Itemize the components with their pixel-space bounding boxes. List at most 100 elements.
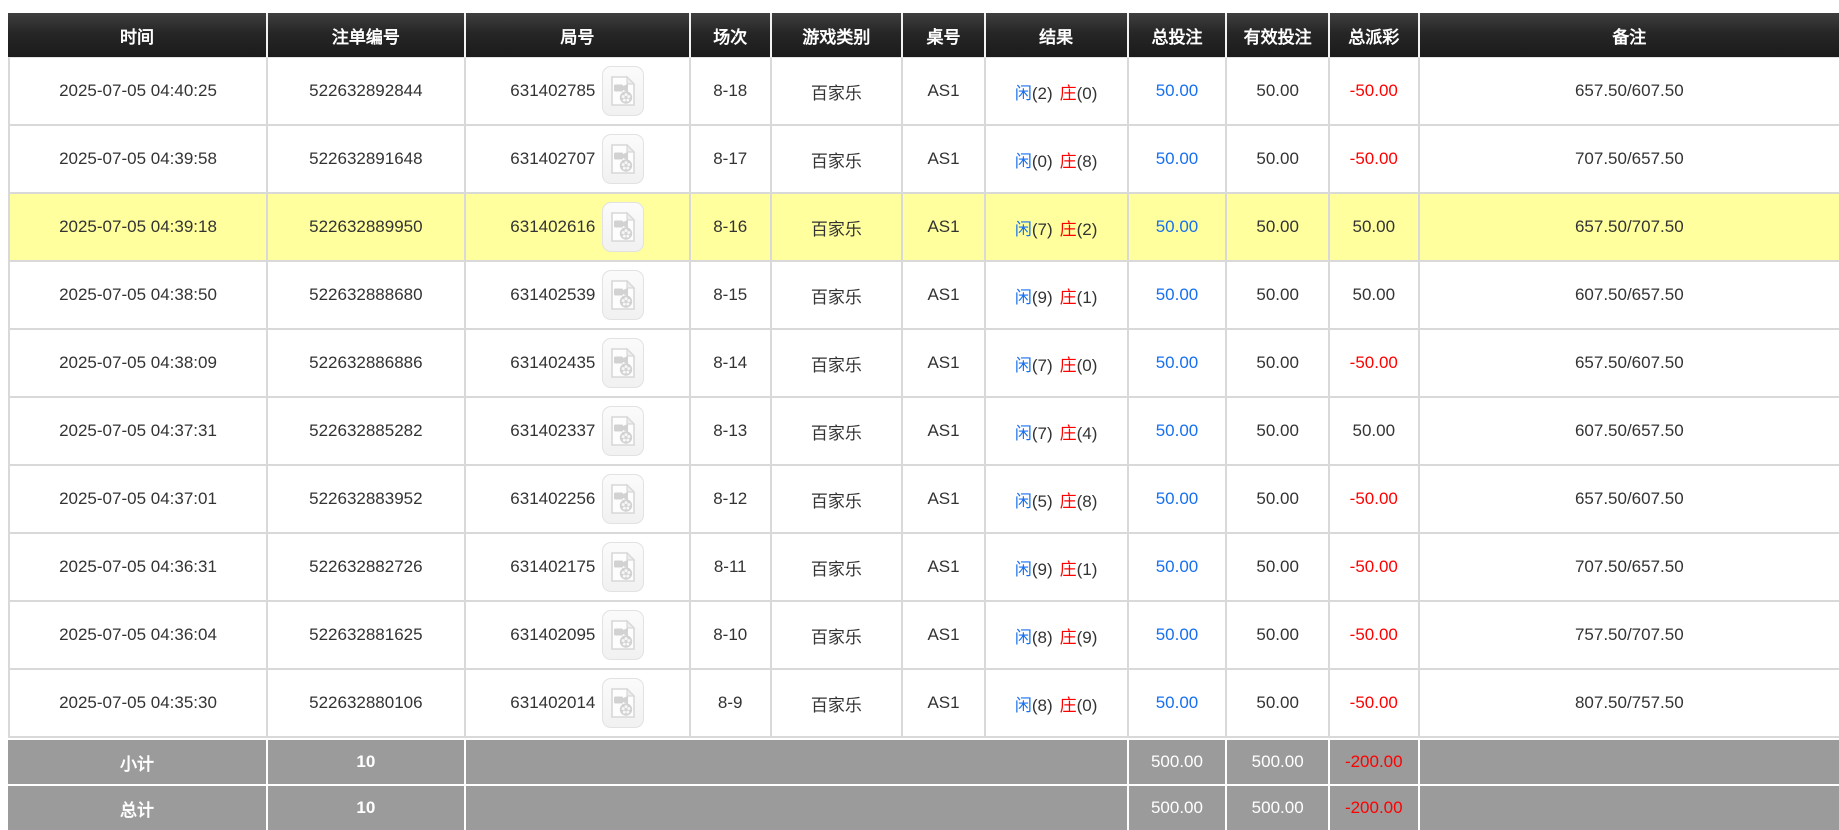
video-replay-button[interactable] <box>602 134 645 184</box>
video-replay-button[interactable] <box>602 270 645 320</box>
total-payout-cell: -50.00 <box>1329 670 1420 738</box>
session-cell: 8-16 <box>690 194 772 262</box>
video-file-icon <box>611 620 636 650</box>
subtotal-total-bet: 500.00 <box>1128 738 1228 784</box>
subtotal-valid-bet: 500.00 <box>1227 738 1330 784</box>
banker-result: 庄(8) <box>1059 151 1098 171</box>
total-row: 总计 10 500.00 500.00 -200.00 <box>8 784 1839 830</box>
table-row[interactable]: 2025-07-05 04:36:04 522632881625 6314020… <box>8 602 1839 670</box>
game-type-cell: 百家乐 <box>771 398 904 466</box>
total-bet-link[interactable]: 50.00 <box>1156 81 1199 100</box>
table-row[interactable]: 2025-07-05 04:38:50 522632888680 6314025… <box>8 262 1839 330</box>
round-id-cell: 631402337 <box>465 398 691 466</box>
video-replay-button[interactable] <box>602 202 645 252</box>
game-type-cell: 百家乐 <box>771 602 904 670</box>
bet-records-table: 时间 注单编号 局号 场次 游戏类别 桌号 结果 总投注 有效投注 总派彩 备注 2025-07-0… <box>8 13 1839 830</box>
total-bet-link[interactable]: 50.00 <box>1156 557 1199 576</box>
session-cell: 8-9 <box>690 670 772 738</box>
total-bet-cell: 50.00 <box>1128 670 1228 738</box>
valid-bet-cell: 50.00 <box>1227 330 1330 398</box>
total-bet-link[interactable]: 50.00 <box>1156 353 1199 372</box>
total-bet-link[interactable]: 50.00 <box>1156 217 1199 236</box>
total-bet-link[interactable]: 50.00 <box>1156 149 1199 168</box>
video-file-icon <box>611 76 636 106</box>
session-cell: 8-10 <box>690 602 772 670</box>
table-body: 2025-07-05 04:40:25 522632892844 6314027… <box>8 58 1839 738</box>
round-id: 631402095 <box>510 625 596 644</box>
session-cell: 8-18 <box>690 58 772 126</box>
total-bet-link[interactable]: 50.00 <box>1156 421 1199 440</box>
total-total-payout: -200.00 <box>1329 784 1420 830</box>
time-cell: 2025-07-05 04:36:04 <box>8 602 268 670</box>
time-cell: 2025-07-05 04:36:31 <box>8 534 268 602</box>
video-replay-button[interactable] <box>602 474 645 524</box>
total-bet-cell: 50.00 <box>1128 194 1228 262</box>
video-replay-button[interactable] <box>602 66 645 116</box>
table-row[interactable]: 2025-07-05 04:37:01 522632883952 6314022… <box>8 466 1839 534</box>
subtotal-spacer <box>465 738 1129 784</box>
result-cell: 闲(9) 庄(1) <box>985 262 1129 330</box>
bet-id-cell: 522632892844 <box>268 58 466 126</box>
total-bet-link[interactable]: 50.00 <box>1156 489 1199 508</box>
header-row: 时间 注单编号 局号 场次 游戏类别 桌号 结果 总投注 有效投注 总派彩 备注 <box>8 13 1839 58</box>
table-no-cell: AS1 <box>903 58 986 126</box>
video-replay-button[interactable] <box>602 610 645 660</box>
column-header-result: 结果 <box>985 13 1129 58</box>
banker-result: 庄(4) <box>1059 423 1098 443</box>
video-replay-button[interactable] <box>602 338 645 388</box>
table-row[interactable]: 2025-07-05 04:39:58 522632891648 6314027… <box>8 126 1839 194</box>
session-cell: 8-12 <box>690 466 772 534</box>
column-header-round-id: 局号 <box>465 13 691 58</box>
valid-bet-cell: 50.00 <box>1227 398 1330 466</box>
table-row[interactable]: 2025-07-05 04:36:31 522632882726 6314021… <box>8 534 1839 602</box>
round-id: 631402785 <box>510 81 596 100</box>
total-remark <box>1419 784 1839 830</box>
total-bet-cell: 50.00 <box>1128 602 1228 670</box>
total-count: 10 <box>268 784 466 830</box>
session-cell: 8-14 <box>690 330 772 398</box>
total-bet-cell: 50.00 <box>1128 466 1228 534</box>
video-file-icon <box>611 212 636 242</box>
remark-cell: 607.50/657.50 <box>1419 398 1839 466</box>
video-file-icon <box>611 484 636 514</box>
total-bet-link[interactable]: 50.00 <box>1156 285 1199 304</box>
total-bet-cell: 50.00 <box>1128 534 1228 602</box>
column-header-total-bet: 总投注 <box>1128 13 1228 58</box>
subtotal-label: 小计 <box>8 738 268 784</box>
result-cell: 闲(7) 庄(4) <box>985 398 1129 466</box>
bet-id-cell: 522632881625 <box>268 602 466 670</box>
table-no-cell: AS1 <box>903 330 986 398</box>
remark-cell: 707.50/657.50 <box>1419 534 1839 602</box>
time-cell: 2025-07-05 04:38:50 <box>8 262 268 330</box>
total-bet-link[interactable]: 50.00 <box>1156 625 1199 644</box>
subtotal-remark <box>1419 738 1839 784</box>
round-id: 631402256 <box>510 489 596 508</box>
video-replay-button[interactable] <box>602 542 645 592</box>
remark-cell: 807.50/757.50 <box>1419 670 1839 738</box>
video-replay-button[interactable] <box>602 678 645 728</box>
table-row[interactable]: 2025-07-05 04:39:18 522632889950 6314026… <box>8 194 1839 262</box>
column-header-table-no: 桌号 <box>903 13 986 58</box>
time-cell: 2025-07-05 04:37:01 <box>8 466 268 534</box>
round-id-cell: 631402014 <box>465 670 691 738</box>
remark-cell: 657.50/607.50 <box>1419 58 1839 126</box>
table-row[interactable]: 2025-07-05 04:40:25 522632892844 6314027… <box>8 58 1839 126</box>
time-cell: 2025-07-05 04:38:09 <box>8 330 268 398</box>
result-cell: 闲(8) 庄(0) <box>985 670 1129 738</box>
remark-cell: 657.50/607.50 <box>1419 466 1839 534</box>
banker-result: 庄(0) <box>1059 355 1098 375</box>
table-row[interactable]: 2025-07-05 04:37:31 522632885282 6314023… <box>8 398 1839 466</box>
valid-bet-cell: 50.00 <box>1227 194 1330 262</box>
session-cell: 8-15 <box>690 262 772 330</box>
total-payout-cell: -50.00 <box>1329 602 1420 670</box>
video-file-icon <box>611 416 636 446</box>
table-row[interactable]: 2025-07-05 04:35:30 522632880106 6314020… <box>8 670 1839 738</box>
total-bet-link[interactable]: 50.00 <box>1156 693 1199 712</box>
table-row[interactable]: 2025-07-05 04:38:09 522632886886 6314024… <box>8 330 1839 398</box>
total-payout-cell: 50.00 <box>1329 398 1420 466</box>
bet-id-cell: 522632888680 <box>268 262 466 330</box>
remark-cell: 657.50/707.50 <box>1419 194 1839 262</box>
video-replay-button[interactable] <box>602 406 645 456</box>
time-cell: 2025-07-05 04:39:58 <box>8 126 268 194</box>
bet-id-cell: 522632885282 <box>268 398 466 466</box>
